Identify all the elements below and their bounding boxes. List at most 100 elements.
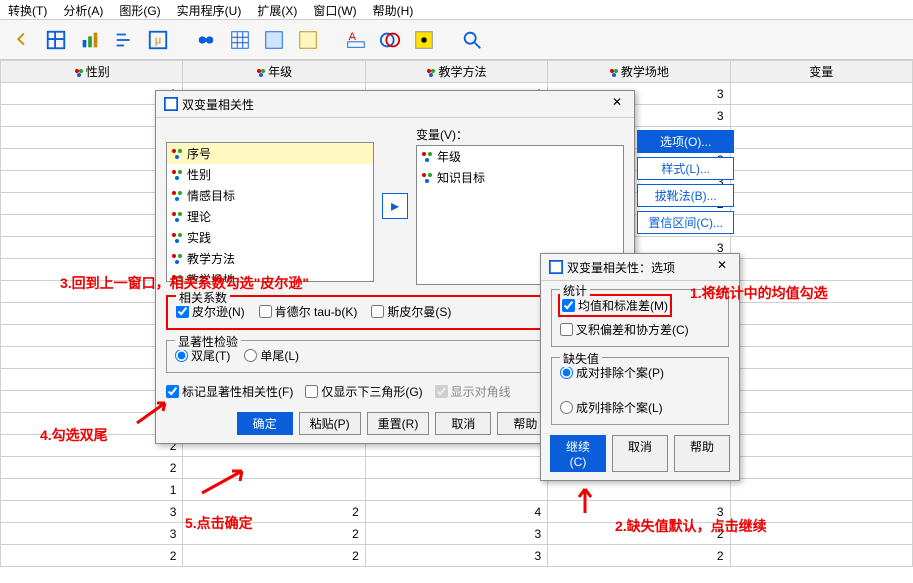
menu-extensions[interactable]: 扩展(X) <box>257 2 297 17</box>
lower-triangle-checkbox[interactable]: 仅显示下三角形(G) <box>305 383 422 400</box>
continue-button[interactable]: 继续(C) <box>550 435 606 472</box>
column-header[interactable]: 教学方法 <box>365 61 547 83</box>
style-button[interactable]: 样式(L)... <box>637 157 734 180</box>
column-header[interactable]: 性别 <box>1 61 183 83</box>
table-cell[interactable] <box>730 523 912 545</box>
close-icon[interactable]: ✕ <box>608 95 626 113</box>
ci-button[interactable]: 置信区间(C)... <box>637 211 734 234</box>
list-item[interactable]: 教学方法 <box>167 248 373 269</box>
listwise-radio[interactable]: 成列排除个案(L) <box>560 399 720 416</box>
toolbar-target-icon[interactable] <box>410 26 438 54</box>
toolbar-sort-icon[interactable] <box>110 26 138 54</box>
toolbar-weight-icon[interactable]: μ <box>144 26 172 54</box>
table-cell[interactable]: 2 <box>1 545 183 567</box>
table-cell[interactable] <box>730 435 912 457</box>
options-cancel-button[interactable]: 取消 <box>612 435 668 472</box>
toolbar-grid3-icon[interactable] <box>294 26 322 54</box>
table-cell[interactable] <box>730 303 912 325</box>
table-cell[interactable]: 3 <box>1 501 183 523</box>
table-row[interactable]: 3243 <box>1 501 913 523</box>
table-cell[interactable] <box>548 479 730 501</box>
column-header[interactable]: 教学场地 <box>548 61 730 83</box>
table-cell[interactable] <box>730 545 912 567</box>
source-variable-list[interactable]: 序号性别情感目标理论实践教学方法教学场地 <box>166 142 374 282</box>
diagonal-checkbox[interactable]: 显示对角线 <box>435 383 511 400</box>
column-header[interactable]: 年级 <box>183 61 365 83</box>
menu-window[interactable]: 窗口(W) <box>313 2 356 17</box>
table-cell[interactable]: 3 <box>365 545 547 567</box>
table-cell[interactable] <box>730 413 912 435</box>
spearman-checkbox[interactable]: 斯皮尔曼(S) <box>371 303 451 320</box>
bootstrap-button[interactable]: 拔靴法(B)... <box>637 184 734 207</box>
table-cell[interactable] <box>730 259 912 281</box>
table-cell[interactable] <box>183 457 365 479</box>
column-header[interactable]: 变量 <box>730 61 912 83</box>
table-cell[interactable] <box>730 193 912 215</box>
table-cell[interactable] <box>730 171 912 193</box>
one-tailed-radio[interactable]: 单尾(L) <box>244 347 299 364</box>
menu-help[interactable]: 帮助(H) <box>373 2 414 17</box>
table-cell[interactable] <box>730 237 912 259</box>
toolbar-grid1-icon[interactable] <box>226 26 254 54</box>
toolbar-venn-icon[interactable] <box>376 26 404 54</box>
menu-analyze[interactable]: 分析(A) <box>63 2 103 17</box>
list-item[interactable]: 性别 <box>167 164 373 185</box>
find-icon[interactable] <box>192 26 220 54</box>
table-cell[interactable]: 4 <box>365 501 547 523</box>
list-item[interactable]: 情感目标 <box>167 185 373 206</box>
table-cell[interactable] <box>730 127 912 149</box>
table-cell[interactable]: 2 <box>1 457 183 479</box>
table-cell[interactable] <box>730 501 912 523</box>
options-button[interactable]: 选项(O)... <box>637 130 734 153</box>
table-cell[interactable]: 3 <box>548 501 730 523</box>
table-cell[interactable] <box>730 215 912 237</box>
table-row[interactable]: 2232 <box>1 545 913 567</box>
table-cell[interactable] <box>730 391 912 413</box>
table-cell[interactable] <box>730 105 912 127</box>
list-item[interactable]: 序号 <box>167 143 373 164</box>
table-cell[interactable] <box>730 325 912 347</box>
kendall-checkbox[interactable]: 肯德尔 tau-b(K) <box>259 303 358 320</box>
list-item[interactable]: 教学场地 <box>167 269 373 282</box>
move-right-button[interactable]: ▸ <box>382 193 408 219</box>
toolbar-label-icon[interactable]: A <box>342 26 370 54</box>
paste-button[interactable]: 粘贴(P) <box>299 412 361 435</box>
table-cell[interactable]: 2 <box>183 545 365 567</box>
table-cell[interactable] <box>365 457 547 479</box>
table-row[interactable]: 3232 <box>1 523 913 545</box>
table-cell[interactable] <box>183 479 365 501</box>
menu-graphs[interactable]: 图形(G) <box>119 2 160 17</box>
table-cell[interactable]: 2 <box>183 501 365 523</box>
flag-sig-checkbox[interactable]: 标记显著性相关性(F) <box>166 383 293 400</box>
cross-product-checkbox[interactable]: 叉积偏差和协方差(C) <box>560 321 720 338</box>
table-cell[interactable] <box>730 347 912 369</box>
toolbar-grid2-icon[interactable] <box>260 26 288 54</box>
table-row[interactable]: 2 <box>1 457 913 479</box>
menu-utilities[interactable]: 实用程序(U) <box>177 2 242 17</box>
toolbar-data-icon[interactable] <box>42 26 70 54</box>
menu-transform[interactable]: 转换(T) <box>8 2 47 17</box>
reset-button[interactable]: 重置(R) <box>367 412 430 435</box>
table-cell[interactable] <box>730 369 912 391</box>
toolbar-chart-icon[interactable] <box>76 26 104 54</box>
table-cell[interactable] <box>365 479 547 501</box>
table-cell[interactable]: 3 <box>365 523 547 545</box>
table-cell[interactable]: 2 <box>548 545 730 567</box>
table-row[interactable]: 1 <box>1 479 913 501</box>
table-cell[interactable] <box>730 281 912 303</box>
list-item[interactable]: 实践 <box>167 227 373 248</box>
table-cell[interactable]: 2 <box>548 523 730 545</box>
close-icon[interactable]: ✕ <box>713 258 731 276</box>
ok-button[interactable]: 确定 <box>237 412 293 435</box>
table-cell[interactable] <box>730 457 912 479</box>
cancel-button[interactable]: 取消 <box>435 412 491 435</box>
list-item[interactable]: 理论 <box>167 206 373 227</box>
table-cell[interactable] <box>730 479 912 501</box>
search-icon[interactable] <box>458 26 486 54</box>
table-cell[interactable] <box>730 149 912 171</box>
list-item[interactable]: 年级 <box>417 146 623 167</box>
table-cell[interactable]: 3 <box>1 523 183 545</box>
table-cell[interactable]: 1 <box>1 479 183 501</box>
list-item[interactable]: 知识目标 <box>417 167 623 188</box>
table-cell[interactable]: 2 <box>183 523 365 545</box>
